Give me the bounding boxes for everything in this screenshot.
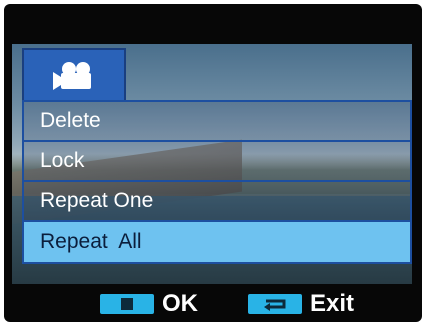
ok-label: OK bbox=[162, 290, 198, 317]
playback-menu: Delete Lock Repeat One Repeat All bbox=[22, 100, 412, 264]
exit-label: Exit bbox=[310, 290, 355, 317]
playback-mode-tab[interactable] bbox=[22, 48, 126, 102]
ok-hint[interactable]: OK bbox=[100, 290, 198, 318]
ok-key-icon bbox=[100, 294, 154, 314]
menu-item-delete[interactable]: Delete bbox=[24, 102, 410, 142]
button-hints-bar: OK Exit bbox=[4, 286, 422, 322]
menu-item-label: Repeat One bbox=[40, 189, 154, 212]
menu-item-lock[interactable]: Lock bbox=[24, 142, 410, 182]
exit-hint[interactable]: Exit bbox=[248, 290, 354, 318]
menu-item-label: Repeat All bbox=[40, 230, 142, 253]
menu-item-repeat-one[interactable]: Repeat One bbox=[24, 182, 410, 222]
camera-display: Delete Lock Repeat One Repeat All OK Exi… bbox=[4, 4, 422, 322]
menu-item-label: Lock bbox=[40, 149, 85, 172]
menu-item-repeat-all[interactable]: Repeat All bbox=[24, 222, 410, 262]
return-arrow-icon bbox=[248, 294, 302, 314]
movie-camera-icon bbox=[53, 62, 91, 90]
menu-item-label: Delete bbox=[40, 109, 101, 132]
